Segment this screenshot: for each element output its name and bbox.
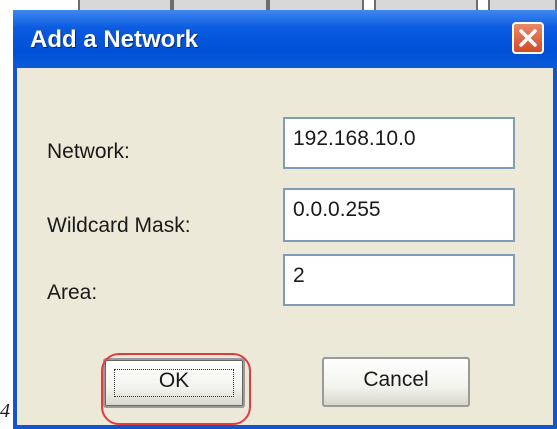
area-field[interactable]: 2 [283,254,515,306]
cancel-label: Cancel [363,368,429,391]
ok-button[interactable]: OK [103,358,245,408]
dialog-title: Add a Network [30,26,199,53]
dialog-body: Network: 192.168.10.0 Wildcard Mask: 0.0… [17,68,553,425]
cancel-button[interactable]: Cancel [322,357,470,407]
network-label: Network: [47,140,130,163]
close-icon [519,29,537,47]
title-bar[interactable]: Add a Network [13,10,557,68]
close-button[interactable] [512,22,544,54]
wildcard-mask-field[interactable]: 0.0.0.255 [283,188,515,242]
add-network-dialog: Add a Network Network: 192.168.10.0 Wild… [13,10,557,429]
area-label: Area: [47,281,98,304]
focus-rectangle [114,369,234,397]
network-field[interactable]: 192.168.10.0 [283,117,515,169]
wildcard-mask-label: Wildcard Mask: [47,214,191,237]
